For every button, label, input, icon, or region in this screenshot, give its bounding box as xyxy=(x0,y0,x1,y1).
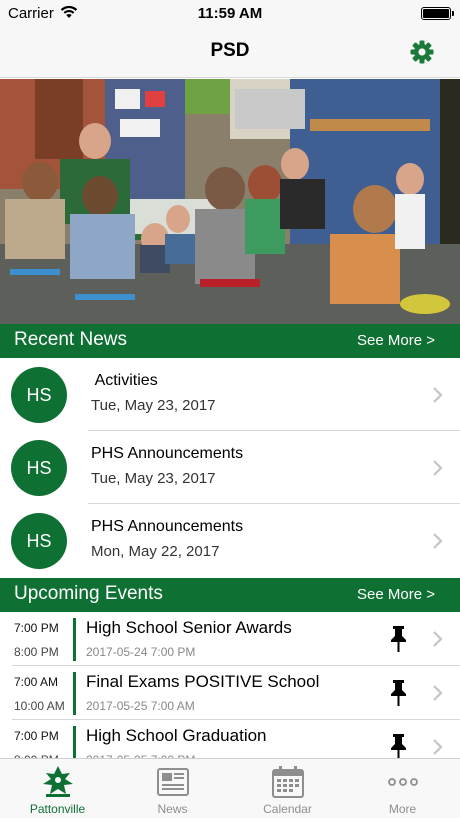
navigation-bar: PSD xyxy=(0,26,460,78)
news-date: Tue, May 23, 2017 xyxy=(91,470,216,487)
section-title: Upcoming Events xyxy=(14,583,163,604)
chevron-right-icon xyxy=(433,460,443,476)
event-start-time: 7:00 PM xyxy=(14,621,59,635)
event-title: High School Senior Awards xyxy=(86,618,292,637)
chevron-right-icon xyxy=(433,387,443,403)
event-datetime: 2017-05-25 7:00 AM xyxy=(86,699,195,713)
news-item[interactable]: HS PHS Announcements Tue, May 23, 2017 xyxy=(0,431,460,504)
avatar: HS xyxy=(11,513,67,569)
chevron-right-icon xyxy=(433,533,443,549)
tab-label: News xyxy=(157,802,188,816)
news-icon xyxy=(157,768,189,796)
event-start-time: 7:00 PM xyxy=(14,729,59,743)
clock: 11:59 AM xyxy=(197,5,263,22)
tab-label: More xyxy=(388,802,417,816)
tab-label: Pattonville xyxy=(29,802,86,816)
tab-news[interactable]: News xyxy=(115,759,230,818)
pushpin-icon[interactable] xyxy=(389,679,408,707)
classroom-photo xyxy=(0,79,460,324)
page-title: PSD xyxy=(210,40,250,61)
pushpin-icon[interactable] xyxy=(389,625,408,653)
news-title: PHS Announcements xyxy=(91,445,244,462)
news-date: Mon, May 22, 2017 xyxy=(91,543,220,560)
tab-calendar[interactable]: Calendar xyxy=(230,759,345,818)
tab-more[interactable]: More xyxy=(345,759,460,818)
recent-news-header: Recent News See More > xyxy=(0,324,460,358)
hero-image[interactable] xyxy=(0,79,460,324)
avatar: HS xyxy=(11,367,67,423)
more-icon xyxy=(388,778,418,786)
event-title: Final Exams POSITIVE School xyxy=(86,672,320,691)
chevron-right-icon xyxy=(433,739,443,755)
news-title: Activities xyxy=(91,372,158,389)
avatar: HS xyxy=(11,440,67,496)
news-title: PHS Announcements xyxy=(91,518,244,535)
tab-label: Calendar xyxy=(263,802,312,816)
pushpin-icon[interactable] xyxy=(389,733,408,761)
chevron-right-icon xyxy=(433,631,443,647)
event-item[interactable]: 7:00 PM 8:00 PM High School Senior Award… xyxy=(0,612,460,666)
event-accent-line xyxy=(73,618,76,661)
section-title: Recent News xyxy=(14,329,127,350)
news-item[interactable]: HS PHS Announcements Mon, May 22, 2017 xyxy=(0,504,460,577)
see-more-news-button[interactable]: See More > xyxy=(357,332,435,349)
event-end-time: 10:00 AM xyxy=(14,699,65,713)
news-date: Tue, May 23, 2017 xyxy=(91,397,216,414)
battery-icon xyxy=(421,7,454,20)
chevron-right-icon xyxy=(433,685,443,701)
tab-pattonville[interactable]: Pattonville xyxy=(0,759,115,818)
event-start-time: 7:00 AM xyxy=(14,675,59,689)
event-end-time: 8:00 PM xyxy=(14,645,59,659)
see-more-events-button[interactable]: See More > xyxy=(357,586,435,603)
event-datetime: 2017-05-24 7:00 PM xyxy=(86,645,196,659)
status-bar: Carrier 11:59 AM xyxy=(0,0,460,26)
news-item[interactable]: HS Activities Tue, May 23, 2017 xyxy=(0,358,460,431)
event-item[interactable]: 7:00 AM 10:00 AM Final Exams POSITIVE Sc… xyxy=(0,666,460,720)
calendar-icon xyxy=(272,766,304,798)
event-title: High School Graduation xyxy=(86,726,267,745)
tab-bar: Pattonville News Calendar More xyxy=(0,758,460,818)
pattonville-logo-icon xyxy=(43,766,73,797)
event-accent-line xyxy=(73,672,76,715)
upcoming-events-header: Upcoming Events See More > xyxy=(0,578,460,612)
gear-icon[interactable] xyxy=(409,39,435,65)
